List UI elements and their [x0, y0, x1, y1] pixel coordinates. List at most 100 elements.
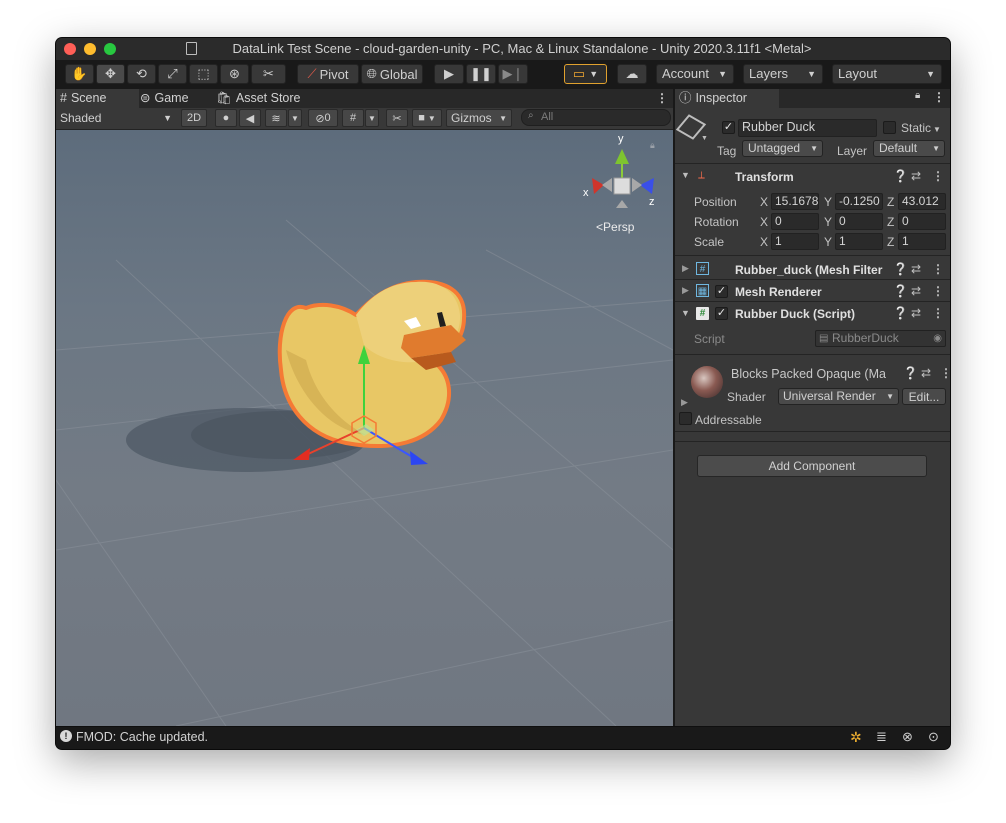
play-button[interactable]: ▶ — [434, 64, 464, 84]
tab-inspector[interactable]: ⓘ Inspector — [675, 89, 779, 108]
rect-tool-button[interactable]: ⬚ — [189, 64, 218, 84]
component-menu-icon[interactable]: ⋮ — [932, 284, 944, 298]
scale-tool-button[interactable]: ⤢ — [158, 64, 187, 84]
layer-dropdown[interactable]: Default ▼ — [873, 140, 945, 157]
component-menu-icon[interactable]: ⋮ — [932, 306, 944, 320]
zoom-window-button[interactable] — [104, 43, 116, 55]
presets-icon[interactable]: ⇄ — [911, 306, 921, 320]
scene-viewport[interactable]: y x z 🔒︎ <Persp — [56, 130, 673, 726]
pivot-toggle-button[interactable]: ⟋ Pivot — [297, 64, 359, 84]
account-dropdown[interactable]: Account ▼ — [656, 64, 734, 84]
tag-dropdown[interactable]: Untagged ▼ — [742, 140, 823, 157]
tab-game[interactable]: ⊜ Game — [136, 89, 214, 108]
static-checkbox[interactable] — [883, 121, 896, 134]
layout-dropdown[interactable]: Layout ▼ — [832, 64, 942, 84]
chevron-down-icon: ▼ — [807, 69, 816, 79]
rotation-x-label: X — [760, 215, 769, 229]
custom-tool-button[interactable]: ✂ — [251, 64, 286, 84]
script-enabled-checkbox[interactable]: ✓ — [715, 307, 728, 320]
scale-y-value: 1 — [839, 234, 846, 248]
addressable-checkbox[interactable] — [679, 412, 692, 425]
scene-visibility-toggle[interactable]: ⊘ 0 — [308, 109, 338, 127]
transform-tool-button[interactable]: ⊛ — [220, 64, 249, 84]
help-icon[interactable]: ❔ — [903, 366, 918, 380]
shading-mode-dropdown[interactable]: Shaded ▼ — [56, 108, 176, 129]
component-menu-icon[interactable]: ⋮ — [932, 169, 944, 183]
effects-dropdown[interactable]: ▼ — [288, 109, 302, 127]
help-icon[interactable]: ❔ — [893, 262, 908, 276]
tools-toggle-button[interactable]: ✂ — [386, 109, 408, 127]
hidden-count: 0 — [324, 112, 331, 124]
component-menu-icon[interactable]: ⋮ — [940, 366, 950, 380]
help-icon[interactable]: ❔ — [893, 169, 908, 183]
effects-toggle-button[interactable]: ≋ — [265, 109, 287, 127]
mesh-filter-foldout-arrow[interactable]: ▶ — [682, 263, 689, 274]
divider — [675, 441, 950, 442]
grid-dropdown[interactable]: ▼ — [365, 109, 379, 127]
step-icon: ▶❘ — [502, 66, 524, 81]
inspector-lock-icon[interactable]: 🔒︎ — [915, 90, 920, 101]
position-z-field[interactable]: 43.012 — [898, 193, 946, 210]
mesh-renderer-foldout-arrow[interactable]: ▶ — [682, 285, 689, 296]
material-foldout-arrow[interactable]: ▶ — [681, 397, 688, 408]
minimize-window-button[interactable] — [84, 43, 96, 55]
gizmos-dropdown[interactable]: Gizmos ▼ — [446, 109, 512, 127]
cache-server-icon[interactable]: ≣ — [876, 729, 887, 745]
audio-toggle-button[interactable]: ◀ — [239, 109, 261, 127]
tab-asset-store[interactable]: 🛍︎ Asset Store — [212, 89, 316, 108]
lock-icon[interactable]: 🔒︎ — [650, 140, 655, 151]
help-icon[interactable]: ❔ — [893, 306, 908, 320]
rotation-x-field[interactable]: 0 — [771, 213, 819, 230]
pause-button[interactable]: ❚❚ — [466, 64, 496, 84]
presets-icon[interactable]: ⇄ — [911, 262, 921, 276]
scale-z-field[interactable]: 1 — [898, 233, 946, 250]
search-icon: ⌕ — [528, 110, 534, 121]
presets-icon[interactable]: ⇄ — [911, 284, 921, 298]
add-component-button[interactable]: Add Component — [697, 455, 927, 477]
move-tool-button[interactable]: ✥ — [96, 64, 125, 84]
scale-y-field[interactable]: 1 — [835, 233, 883, 250]
orientation-gizmo[interactable] — [592, 149, 654, 208]
cloud-button[interactable]: ☁ — [617, 64, 647, 84]
close-window-button[interactable] — [64, 43, 76, 55]
presets-icon[interactable]: ⇄ — [921, 366, 931, 380]
tab-scene[interactable]: # Scene — [56, 89, 139, 108]
collab-dropdown[interactable]: ▭ ▼ — [564, 64, 607, 84]
scale-x-field[interactable]: 1 — [771, 233, 819, 250]
presets-icon[interactable]: ⇄ — [911, 169, 921, 183]
material-name: Blocks Packed Opaque (Ma — [731, 367, 886, 381]
projection-toggle[interactable]: <Persp — [596, 220, 634, 234]
camera-dropdown[interactable]: ■ ▼ — [412, 109, 442, 127]
transform-foldout-arrow[interactable]: ▼ — [681, 170, 690, 180]
step-button[interactable]: ▶❘ — [498, 64, 528, 84]
object-name-field[interactable]: Rubber Duck — [738, 119, 877, 137]
icon-dropdown-chevron[interactable]: ▼ — [701, 135, 708, 142]
lighting-toggle-button[interactable]: ● — [215, 109, 237, 127]
position-y-field[interactable]: -0.1250 — [835, 193, 883, 210]
help-icon[interactable]: ❔ — [893, 284, 908, 298]
shader-dropdown[interactable]: Universal Render ▼ — [778, 388, 899, 405]
chevron-down-icon: ▼ — [886, 389, 894, 404]
bug-icon[interactable]: ✲ — [850, 729, 862, 746]
auto-generate-lighting-icon[interactable]: ⊗ — [902, 729, 913, 745]
2d-toggle-button[interactable]: 2D — [181, 109, 207, 127]
hand-tool-button[interactable]: ✋ — [65, 64, 94, 84]
edit-shader-button[interactable]: Edit... — [902, 388, 946, 405]
mesh-renderer-enabled-checkbox[interactable]: ✓ — [715, 285, 728, 298]
static-dropdown[interactable]: Static ▼ — [901, 121, 941, 135]
inspector-more-icon[interactable]: ⋮ — [933, 90, 945, 104]
rotate-tool-button[interactable]: ⟲ — [127, 64, 156, 84]
scene-search-input[interactable]: ⌕ All — [521, 109, 671, 126]
grid-toggle-button[interactable]: # — [342, 109, 364, 127]
rotation-z-field[interactable]: 0 — [898, 213, 946, 230]
layers-dropdown[interactable]: Layers ▼ — [743, 64, 823, 84]
object-picker-icon[interactable]: ◉ — [933, 331, 942, 346]
component-menu-icon[interactable]: ⋮ — [932, 262, 944, 276]
active-checkbox[interactable]: ✓ — [722, 121, 735, 134]
position-x-field[interactable]: 15.1678 — [771, 193, 819, 210]
scene-more-icon[interactable]: ⋮ — [656, 90, 668, 107]
global-toggle-button[interactable]: 🌐︎ Global — [361, 64, 423, 84]
rotation-y-field[interactable]: 0 — [835, 213, 883, 230]
progress-check-icon[interactable]: ⊙ — [928, 729, 939, 745]
script-foldout-arrow[interactable]: ▼ — [681, 308, 690, 318]
